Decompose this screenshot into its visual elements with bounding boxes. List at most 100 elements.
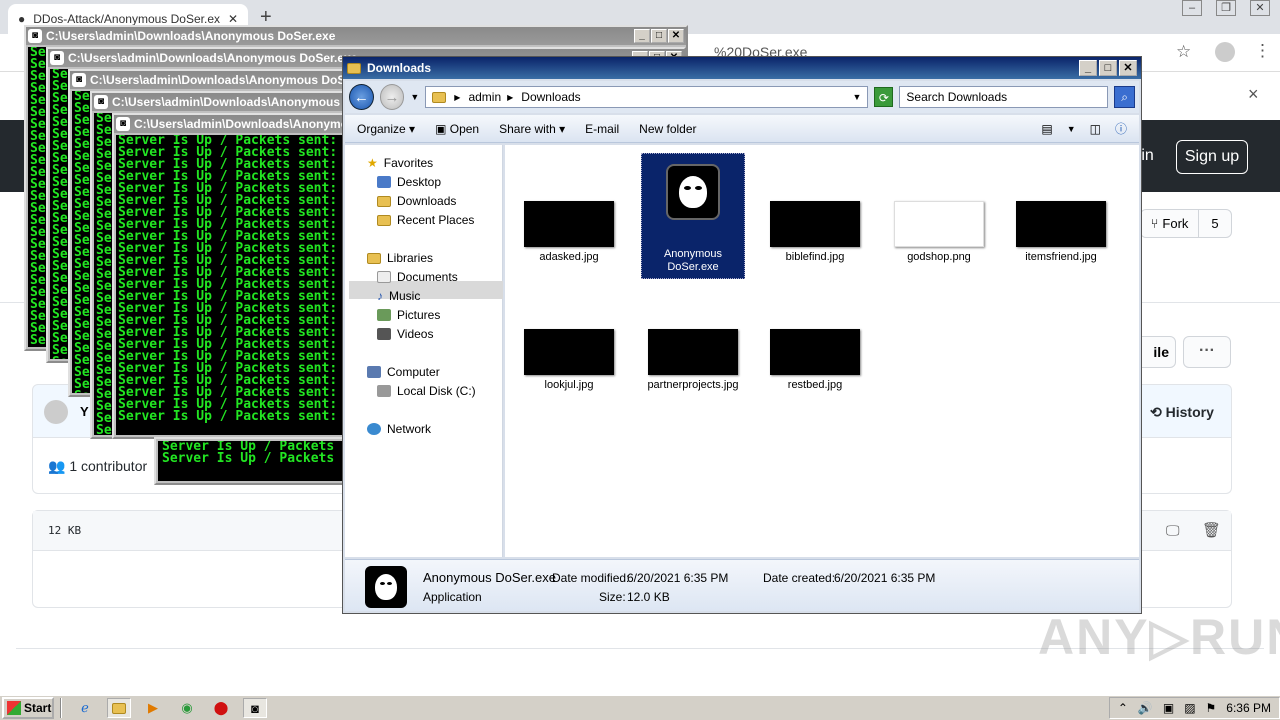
opera-icon[interactable]: ⬤ <box>209 698 233 718</box>
nav-pictures[interactable]: Pictures <box>377 308 440 322</box>
maximize-icon[interactable]: □ <box>651 29 667 43</box>
file-name: biblefind.jpg <box>785 251 845 263</box>
nav-libraries[interactable]: Libraries <box>367 251 433 265</box>
network-icon <box>367 423 381 435</box>
view-dropdown-icon[interactable]: ▼ <box>1067 124 1076 134</box>
nav-desktop[interactable]: Desktop <box>377 175 441 189</box>
clock[interactable]: 6:36 PM <box>1226 701 1271 715</box>
volume-icon[interactable]: 🔊 <box>1138 701 1153 715</box>
browser-window-controls: – ❐ ✕ <box>1182 0 1270 16</box>
action-center-flag-icon[interactable]: ⚑ <box>1206 701 1217 715</box>
nav-documents[interactable]: Documents <box>377 270 458 284</box>
file-item[interactable]: lookjul.jpg <box>517 329 621 392</box>
explorer-titlebar[interactable]: Downloads _ □ ✕ <box>343 57 1141 79</box>
nav-label: Network <box>387 422 432 436</box>
new-folder-button[interactable]: New folder <box>639 122 696 136</box>
system-tray: ⌃ 🔊 ▣ ▨ ⚑ 6:36 PM <box>1108 697 1280 719</box>
file-name: Anonymous DoSer.exe <box>663 248 723 273</box>
search-icon[interactable]: ⌕ <box>1114 86 1136 108</box>
details-file-type: Application <box>423 590 482 604</box>
address-dropdown-icon[interactable]: ▼ <box>852 92 861 102</box>
preview-pane-icon[interactable]: ◫ <box>1090 122 1101 136</box>
nav-label: Downloads <box>397 194 457 208</box>
security-icon[interactable]: ▨ <box>1184 701 1195 715</box>
profile-avatar[interactable] <box>1215 42 1235 62</box>
refresh-icon[interactable]: ⟳ <box>874 87 894 107</box>
back-button[interactable]: ← <box>349 84 374 110</box>
nav-local-disk[interactable]: Local Disk (C:) <box>377 384 476 398</box>
nav-recent-places[interactable]: Recent Places <box>377 213 474 227</box>
trash-icon[interactable]: 🗑 <box>1202 521 1221 539</box>
nav-favorites[interactable]: ★ Favorites <box>367 156 433 170</box>
help-icon[interactable]: ⓘ <box>1115 120 1127 137</box>
anonymous-doser-taskbar-icon[interactable]: ◙ <box>243 698 267 718</box>
start-button[interactable]: Start <box>2 697 54 719</box>
chrome-icon[interactable]: ◉ <box>175 698 199 718</box>
open-button[interactable]: ▣ Open <box>435 122 479 136</box>
libraries-icon <box>367 252 381 264</box>
history-link[interactable]: ⟲ History <box>1150 404 1214 421</box>
nav-network[interactable]: Network <box>367 422 431 436</box>
file-item[interactable]: restbed.jpg <box>763 329 867 392</box>
file-item[interactable]: biblefind.jpg <box>763 201 867 264</box>
email-button[interactable]: E-mail <box>585 122 619 136</box>
chevron-down-icon[interactable]: ▶ <box>454 93 460 102</box>
minimize-icon[interactable]: _ <box>634 29 650 43</box>
nav-downloads[interactable]: Downloads <box>377 194 456 208</box>
recent-pages-icon[interactable]: ▼ <box>410 92 419 102</box>
tray-expand-icon[interactable]: ⌃ <box>1118 701 1128 715</box>
maximize-icon[interactable]: ❐ <box>1216 0 1236 16</box>
nav-label: Documents <box>397 270 458 284</box>
forward-button[interactable]: → <box>379 84 405 110</box>
internet-explorer-icon[interactable]: ℯ <box>73 698 97 718</box>
navigation-pane: ★ Favorites Desktop Downloads Recent Plac… <box>345 145 503 557</box>
sign-up-button[interactable]: Sign up <box>1176 140 1248 174</box>
close-icon[interactable]: ✕ <box>1119 60 1137 76</box>
star-icon: ★ <box>367 156 378 170</box>
console-icon: ◙ <box>116 117 130 131</box>
nav-label: Recent Places <box>397 213 475 227</box>
breadcrumb-admin[interactable]: admin ▶ <box>468 90 513 104</box>
console-icon: ◙ <box>28 29 42 43</box>
details-date-modified: 6/20/2021 6:35 PM <box>627 571 729 585</box>
maximize-icon[interactable]: □ <box>1099 60 1117 76</box>
minimize-icon[interactable]: – <box>1182 0 1202 16</box>
browser-menu-icon[interactable]: ⋮ <box>1254 41 1271 61</box>
share-with-button[interactable]: Share with ▾ <box>499 122 565 136</box>
nav-videos[interactable]: Videos <box>377 327 433 341</box>
close-icon[interactable]: ✕ <box>668 29 684 43</box>
file-item[interactable]: godshop.png <box>887 201 991 264</box>
desktop-icon <box>377 176 391 188</box>
address-bar[interactable]: ▶ admin ▶ Downloads ▼ <box>425 86 869 108</box>
file-item-selected[interactable]: Anonymous DoSer.exe <box>641 153 745 279</box>
file-item[interactable]: itemsfriend.jpg <box>1009 201 1113 264</box>
explorer-taskbar-icon[interactable] <box>107 698 131 718</box>
desktop-icon[interactable]: 🖵 <box>1166 522 1180 539</box>
share-with-label: Share with <box>499 121 556 136</box>
search-input[interactable]: Search Downloads <box>899 86 1109 108</box>
infobar-close-icon[interactable]: × <box>1248 84 1259 105</box>
explorer-window[interactable]: Downloads _ □ ✕ ← → ▼ ▶ admin ▶ Downloads ▼… <box>342 56 1142 614</box>
minimize-icon[interactable]: _ <box>1079 60 1097 76</box>
media-player-icon[interactable]: ▶ <box>141 698 165 718</box>
console-icon: ◙ <box>72 73 86 87</box>
contributors-link[interactable]: 👥 1 contributor <box>48 458 147 475</box>
nav-music[interactable]: ♪ Music <box>377 289 420 303</box>
file-item[interactable]: adasked.jpg <box>517 201 621 264</box>
close-icon[interactable]: ✕ <box>1250 0 1270 16</box>
network-tray-icon[interactable]: ▣ <box>1163 701 1174 715</box>
close-tab-icon[interactable]: ✕ <box>228 12 238 26</box>
more-options-button[interactable]: ··· <box>1183 336 1231 368</box>
nav-computer[interactable]: Computer <box>367 365 440 379</box>
nav-label: Favorites <box>383 156 434 170</box>
anonymous-mask-icon <box>365 566 407 608</box>
commit-author[interactable]: Y <box>80 404 89 419</box>
fork-button[interactable]: ⑂ Fork 5 <box>1140 209 1232 238</box>
organize-button[interactable]: Organize ▾ <box>357 122 415 136</box>
view-icon[interactable]: ▤ <box>1041 122 1052 136</box>
bookmark-star-icon[interactable]: ☆ <box>1176 42 1191 62</box>
console-titlebar[interactable]: ◙ C:\Users\admin\Downloads\Anonymous DoSe… <box>26 27 686 45</box>
breadcrumb-downloads[interactable]: Downloads <box>521 90 580 104</box>
image-thumbnail <box>1016 201 1106 247</box>
file-item[interactable]: partnerprojects.jpg <box>641 329 745 392</box>
